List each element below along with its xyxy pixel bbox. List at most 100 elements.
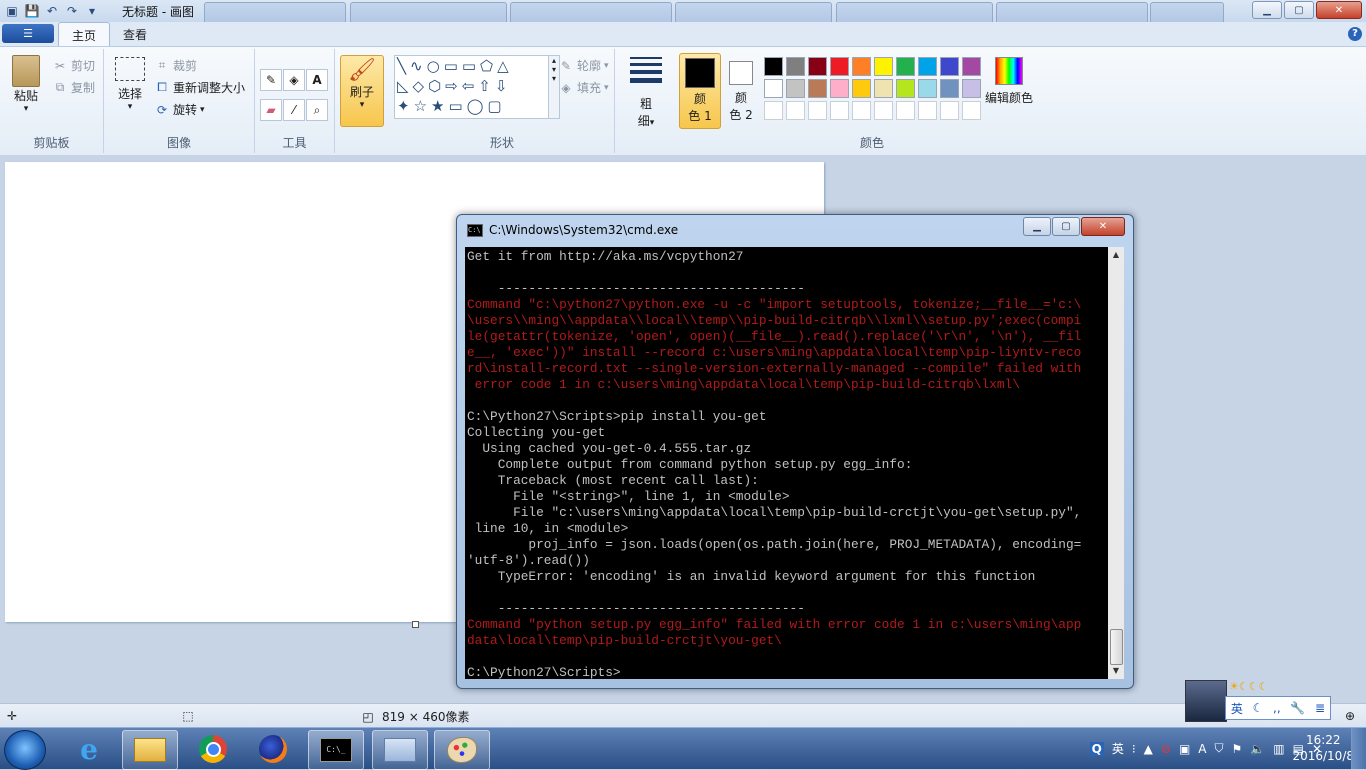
custom-color-slot[interactable] (874, 101, 893, 120)
firefox-taskbar-button[interactable] (246, 730, 300, 768)
color-swatch[interactable] (830, 57, 849, 76)
ime-options-icon[interactable]: ⁝ (1132, 742, 1136, 756)
color-swatch[interactable] (874, 79, 893, 98)
cmd-window[interactable]: C:\ C:\Windows\System32\cmd.exe ▁ ▢ ✕ Ge… (456, 214, 1134, 689)
zoom-in-button[interactable]: ⊕ (1342, 708, 1358, 724)
copy-button[interactable]: ⧉ 复制 (52, 79, 95, 96)
color2-button[interactable]: 颜 色 2 (721, 53, 761, 127)
color-swatch[interactable] (852, 79, 871, 98)
color-swatch[interactable] (808, 79, 827, 98)
select-button[interactable]: 选择 ▾ (110, 57, 150, 112)
brush-button[interactable]: 🖌 刷子 ▾ (340, 55, 384, 127)
shapes-gallery[interactable]: ╲∿○▭▭⬠△ ◺◇⬡⇨⇦⇧⇩ ✦☆★▭◯▢ (394, 55, 550, 119)
redo-icon[interactable]: ↷ (64, 3, 80, 19)
close-button[interactable]: ✕ (1316, 1, 1362, 19)
chrome-taskbar-button[interactable] (186, 730, 240, 768)
moon-icon[interactable]: ☾ (1253, 701, 1264, 715)
color-swatch[interactable] (918, 57, 937, 76)
paint-menu-button[interactable]: ☰ (2, 24, 54, 43)
show-desktop-button[interactable] (1351, 728, 1366, 769)
custom-color-slot[interactable] (786, 101, 805, 120)
tab-home[interactable]: 主页 (58, 22, 111, 47)
customize-dropdown-icon[interactable]: ▾ (84, 3, 100, 19)
clock[interactable]: 16:22 2016/10/8 (1292, 732, 1354, 764)
color-swatch[interactable] (764, 79, 783, 98)
outline-button[interactable]: ✎ 轮廓 ▾ (558, 57, 609, 74)
color-picker-icon[interactable]: ⁄ (283, 99, 305, 121)
rotate-button[interactable]: ⟳ 旋转 ▾ (154, 101, 205, 118)
ime-bar[interactable]: 英 ☾ ,, 🔧 ≣ (1225, 696, 1331, 720)
input-language-indicator[interactable]: 英 (1112, 740, 1124, 757)
wrench-icon[interactable]: 🔧 (1290, 701, 1305, 715)
cmd-maximize-button[interactable]: ▢ (1052, 217, 1080, 236)
custom-color-slot[interactable] (940, 101, 959, 120)
scroll-thumb[interactable] (1110, 629, 1123, 665)
punctuation-icon[interactable]: ,, (1273, 701, 1281, 715)
crop-button[interactable]: ⌗ 裁剪 (154, 57, 197, 74)
network-tool-icon[interactable]: ⛉ (1215, 741, 1224, 756)
cmd-minimize-button[interactable]: ▁ (1023, 217, 1051, 236)
custom-color-slot[interactable] (764, 101, 783, 120)
custom-color-slot[interactable] (962, 101, 981, 120)
resize-button[interactable]: ⧠ 重新调整大小 (154, 79, 245, 96)
ime-menu-icon[interactable]: ≣ (1315, 701, 1325, 715)
fill-bucket-icon[interactable]: ◈ (283, 69, 305, 91)
usb-icon[interactable]: ▥ (1273, 742, 1284, 756)
color-swatch[interactable] (896, 79, 915, 98)
fill-button[interactable]: ◈ 填充 ▾ (558, 79, 608, 96)
minimize-button[interactable]: ▁ (1252, 1, 1282, 19)
background-browser-tab[interactable] (675, 2, 832, 23)
search-icon[interactable]: Q (1089, 741, 1104, 756)
custom-color-slot[interactable] (808, 101, 827, 120)
color-swatch[interactable] (962, 57, 981, 76)
color-swatch[interactable] (764, 57, 783, 76)
color-swatch[interactable] (940, 79, 959, 98)
remote-taskbar-button[interactable] (372, 730, 428, 770)
color-swatch[interactable] (896, 57, 915, 76)
background-browser-tab[interactable] (836, 2, 993, 23)
security-icon[interactable]: ⊘ (1161, 742, 1171, 756)
canvas-resize-handle[interactable] (412, 621, 419, 628)
color-swatch[interactable] (940, 57, 959, 76)
explorer-taskbar-button[interactable] (122, 730, 178, 770)
ie-taskbar-button[interactable]: e (62, 730, 116, 768)
background-browser-tab[interactable] (996, 2, 1148, 23)
color-swatch[interactable] (808, 57, 827, 76)
background-browser-tab[interactable] (204, 2, 346, 23)
volume-icon[interactable]: 🔈 (1250, 742, 1265, 756)
color-swatch[interactable] (874, 57, 893, 76)
maximize-button[interactable]: ▢ (1284, 1, 1314, 19)
cut-button[interactable]: ✂ 剪切 (52, 57, 95, 74)
background-browser-tab[interactable] (510, 2, 672, 23)
save-icon[interactable]: 💾 (24, 3, 40, 19)
app-icon[interactable]: ▣ (4, 3, 20, 19)
console-scrollbar[interactable]: ▲ ▼ (1108, 247, 1124, 679)
console-output[interactable]: Get it from http://aka.ms/vcpython27 ---… (465, 247, 1108, 679)
show-hidden-icons[interactable]: ▲ (1144, 742, 1153, 756)
eraser-icon[interactable]: ▰ (260, 99, 282, 121)
size-button[interactable]: 粗 细▾ (625, 57, 667, 129)
cmd-close-button[interactable]: ✕ (1081, 217, 1125, 236)
custom-color-slot[interactable] (852, 101, 871, 120)
custom-color-slot[interactable] (918, 101, 937, 120)
scroll-down-icon[interactable]: ▼ (1108, 663, 1124, 679)
flag-icon[interactable]: ⚑ (1232, 742, 1243, 756)
undo-icon[interactable]: ↶ (44, 3, 60, 19)
cmd-taskbar-button[interactable]: C:\_ (308, 730, 364, 770)
text-tool-icon[interactable]: A (306, 69, 328, 91)
color1-button[interactable]: 颜 色 1 (679, 53, 721, 129)
background-browser-tab[interactable] (1150, 2, 1224, 23)
custom-color-slot[interactable] (896, 101, 915, 120)
color-swatch[interactable] (830, 79, 849, 98)
magnifier-icon[interactable]: ⌕ (306, 99, 328, 121)
start-button[interactable] (4, 730, 46, 770)
color-swatch[interactable] (786, 57, 805, 76)
custom-color-slot[interactable] (830, 101, 849, 120)
color-swatch[interactable] (852, 57, 871, 76)
color-swatch[interactable] (918, 79, 937, 98)
scroll-up-icon[interactable]: ▲ (1108, 247, 1124, 263)
pencil-icon[interactable]: ✎ (260, 69, 282, 91)
color-swatch[interactable] (786, 79, 805, 98)
tab-view[interactable]: 查看 (110, 22, 160, 46)
paint-taskbar-button[interactable] (434, 730, 490, 770)
